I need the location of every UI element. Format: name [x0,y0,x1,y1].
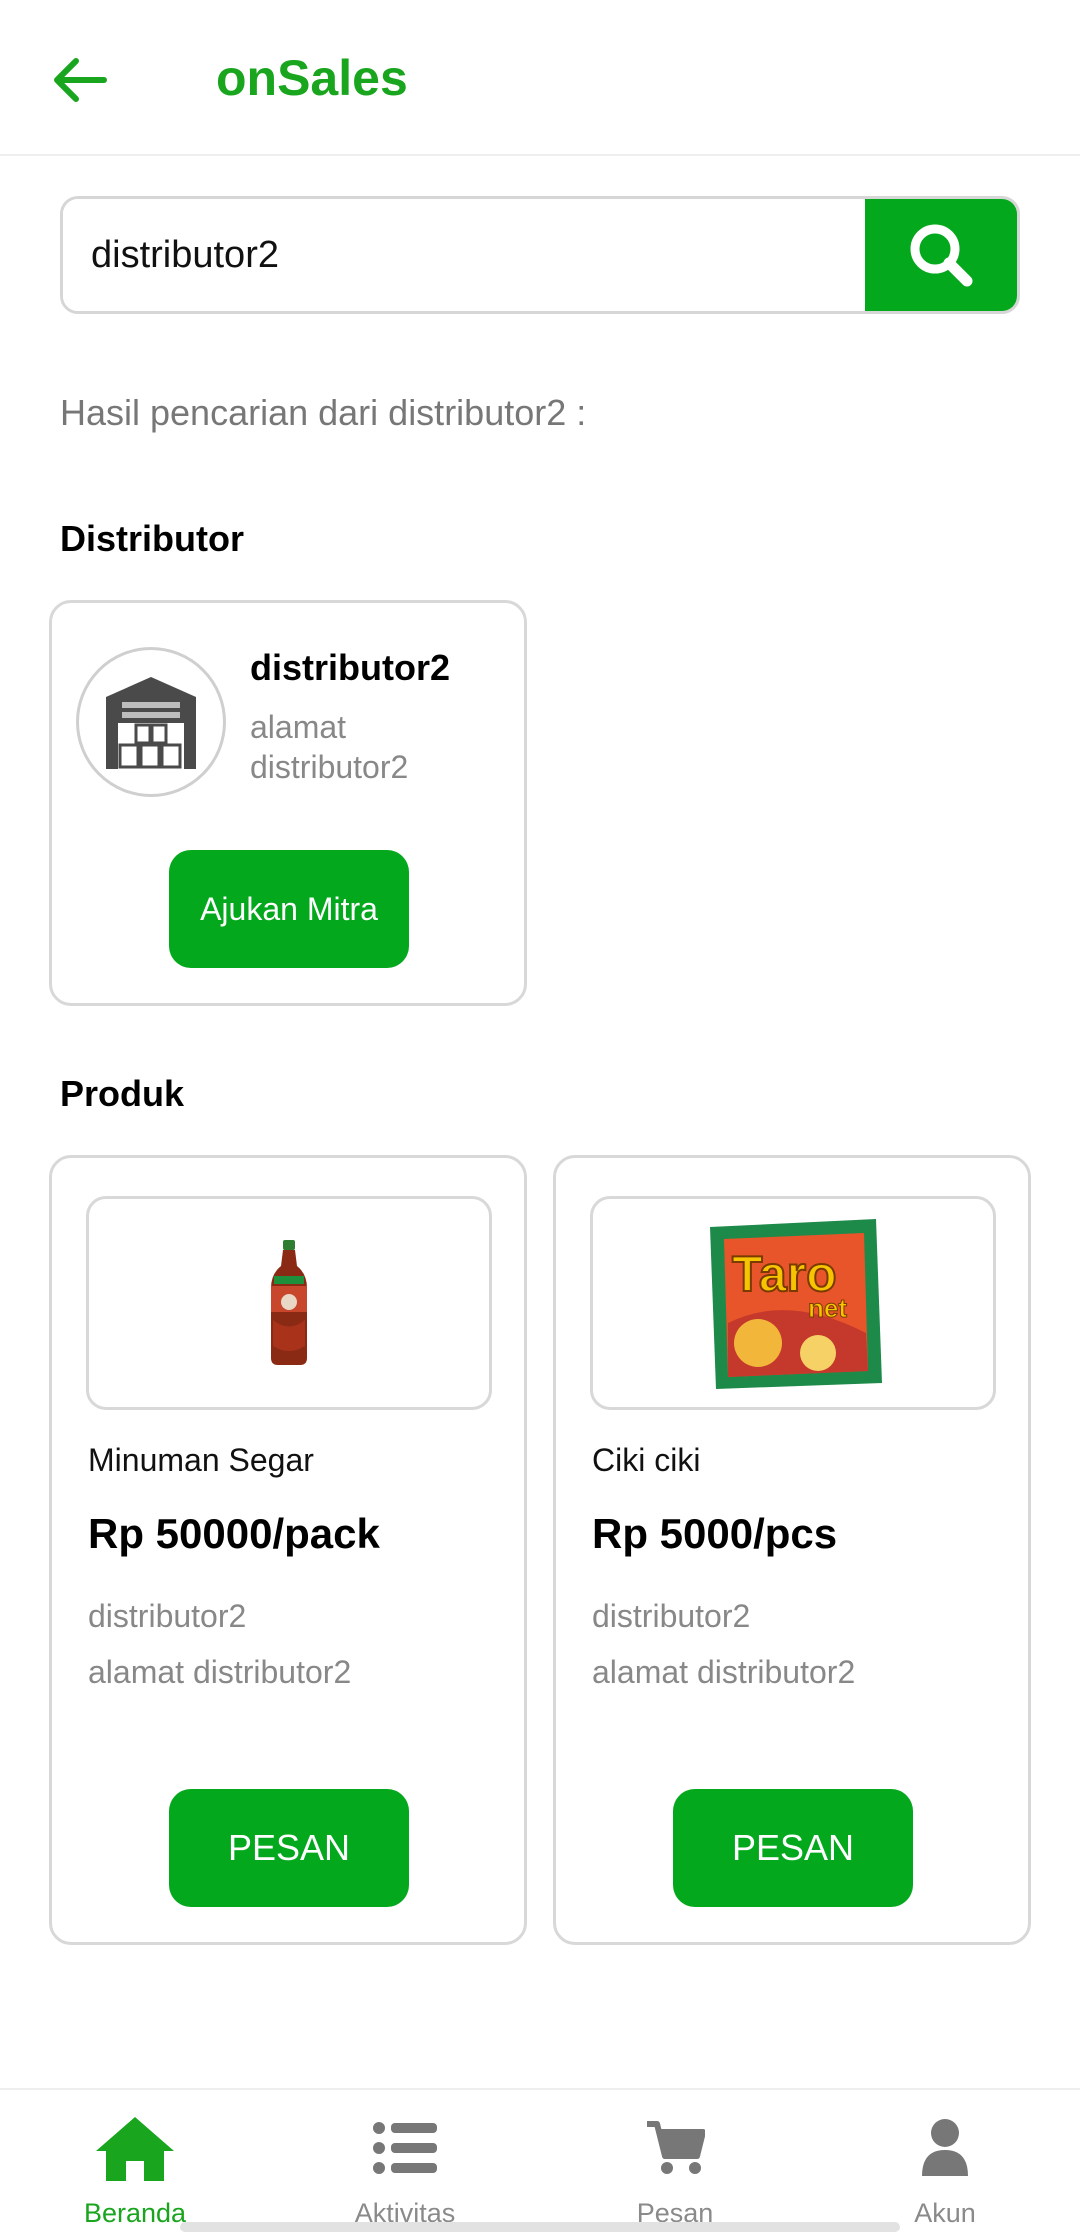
product-distributor: distributor2 [88,1598,247,1634]
product-distributor: distributor2 [592,1598,751,1634]
nav-item-beranda[interactable]: Beranda [0,2090,270,2235]
distributor-card[interactable]: distributor2 alamat distributor2 Ajukan … [49,600,527,1006]
nav-label: Akun [914,2198,976,2228]
warehouse-icon [106,677,196,769]
nav-item-akun[interactable]: Akun [810,2090,1080,2235]
product-image-frame [86,1196,492,1410]
distributor-address: alamat distributor2 [250,709,409,785]
product-address: alamat distributor2 [592,1654,856,1690]
nav-label: Beranda [83,2198,187,2228]
arrow-left-icon [54,58,107,102]
search-result-caption: Hasil pencarian dari distributor2 : [60,392,587,433]
snack-sub-text: net [808,1293,847,1323]
back-button[interactable] [40,40,120,120]
list-icon [373,2122,437,2174]
product-card[interactable]: Taro net Ciki ciki Rp 5000/pcs distribut… [553,1155,1031,1945]
search-button[interactable] [865,199,1017,311]
app-title: onSales [216,50,408,106]
nav-item-aktivitas[interactable]: Aktivitas [270,2090,540,2235]
app-bar: onSales [0,0,1080,156]
product-card[interactable]: Minuman Segar Rp 50000/pack distributor2… [49,1155,527,1945]
product-address: alamat distributor2 [88,1654,352,1690]
search-icon [910,224,973,287]
distributor-avatar [76,647,226,797]
taro-net-snack-image: Taro net [710,1219,882,1389]
bottom-navigation: Beranda Aktivitas Pesan Akun [0,2088,1080,2235]
user-icon [922,2119,968,2176]
home-icon [96,2117,174,2181]
pesan-button[interactable]: PESAN [169,1789,409,1907]
search-input[interactable] [63,199,865,311]
product-image-frame: Taro net [590,1196,996,1410]
product-name: Ciki ciki [592,1442,701,1478]
nav-item-pesan[interactable]: Pesan [540,2090,810,2235]
search-bar [60,196,1020,314]
cart-icon [647,2121,705,2174]
product-section-title: Produk [60,1073,185,1114]
product-price: Rp 5000/pcs [592,1510,838,1557]
ajukan-mitra-button[interactable]: Ajukan Mitra [169,850,409,968]
product-price: Rp 50000/pack [88,1510,380,1557]
home-indicator[interactable] [180,2222,900,2232]
pesan-button[interactable]: PESAN [673,1789,913,1907]
product-name: Minuman Segar [88,1442,314,1478]
distributor-name: distributor2 [250,647,451,688]
distributor-section-title: Distributor [60,518,244,559]
tea-bottle-image [271,1240,307,1365]
